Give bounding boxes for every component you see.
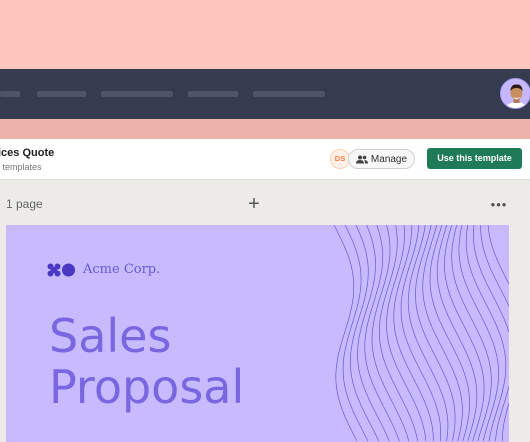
- wave-line: [436, 225, 478, 442]
- wave-line: [444, 225, 485, 442]
- wave-line: [407, 225, 449, 442]
- wave-line: [487, 225, 509, 285]
- more-options-button[interactable]: •••: [488, 198, 510, 212]
- wave-line: [349, 225, 380, 442]
- nav-item-placeholder[interactable]: [188, 91, 238, 97]
- slide-title: Sales Proposal: [49, 311, 244, 413]
- wave-line: [364, 225, 400, 442]
- wave-line: [480, 225, 509, 442]
- slide-title-line: Sales: [49, 309, 172, 363]
- wave-line: [415, 225, 456, 442]
- brand-name: Acme Corp.: [83, 262, 161, 277]
- nav-item-placeholder[interactable]: [37, 91, 86, 97]
- slide-title-line: Proposal: [49, 360, 245, 414]
- document-title: ices Quote: [0, 147, 55, 159]
- wave-line: [342, 225, 369, 442]
- wave-line: [451, 225, 492, 442]
- acme-logo-icon: [47, 263, 75, 276]
- avatar-image: [501, 79, 530, 108]
- page-count: 1 page: [6, 197, 43, 211]
- user-avatar[interactable]: [500, 78, 530, 109]
- nav-item-placeholder[interactable]: [101, 91, 173, 97]
- manage-button[interactable]: Manage: [348, 149, 415, 169]
- use-template-button[interactable]: Use this template: [427, 148, 522, 169]
- wave-line: [371, 225, 410, 442]
- top-banner: [0, 0, 530, 69]
- brand-lockup: Acme Corp.: [47, 262, 160, 277]
- banner-strip: [0, 119, 530, 139]
- add-page-button[interactable]: +: [244, 194, 264, 214]
- nav-item-placeholder[interactable]: [253, 91, 325, 97]
- wave-line: [333, 225, 358, 442]
- wave-line: [429, 225, 470, 442]
- wave-lines-graphic: [333, 225, 509, 442]
- people-icon: [355, 155, 368, 163]
- manage-label: Manage: [370, 153, 408, 165]
- document-subtitle[interactable]: l templates: [0, 162, 42, 172]
- nav-item-placeholder[interactable]: [0, 91, 20, 97]
- collaborator-badge[interactable]: DS: [330, 149, 350, 169]
